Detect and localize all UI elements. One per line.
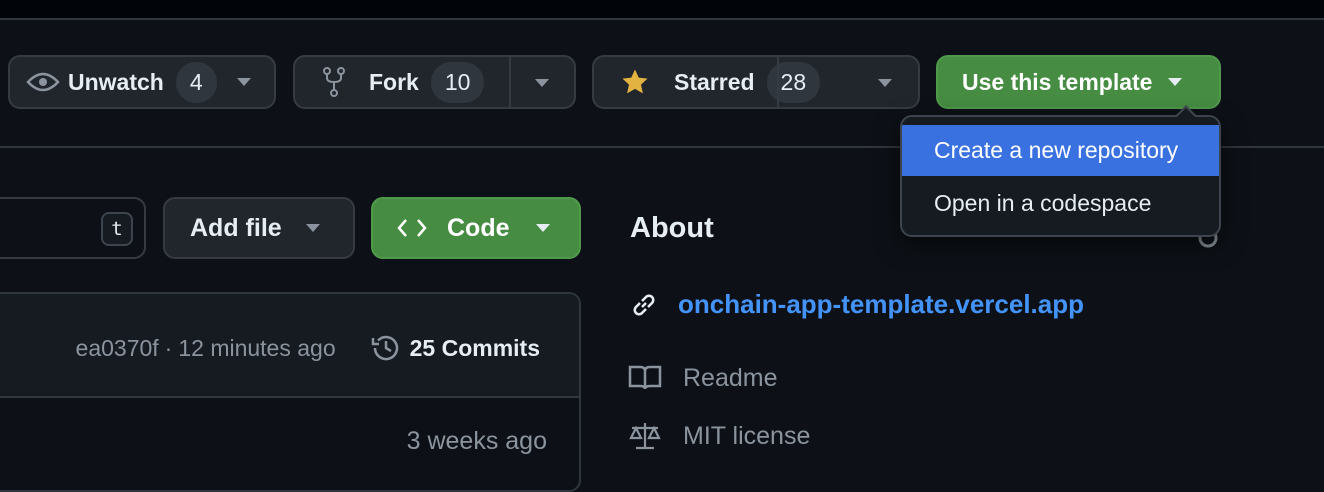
star-dropdown-caret-icon[interactable] xyxy=(878,79,892,87)
starred-label: Starred xyxy=(674,68,755,95)
about-title: About xyxy=(630,212,714,244)
code-label: Code xyxy=(447,213,510,242)
menu-item-open-codespace[interactable]: Open in a codespace xyxy=(902,178,1219,229)
menu-item-create-repository[interactable]: Create a new repository xyxy=(902,125,1219,176)
unwatch-button[interactable]: Unwatch 4 xyxy=(8,55,276,109)
star-count: 28 xyxy=(766,61,821,103)
unwatch-label: Unwatch xyxy=(68,68,164,95)
readme-label: Readme xyxy=(683,363,778,392)
readme-link[interactable]: Readme xyxy=(628,363,778,393)
code-button[interactable]: Code xyxy=(371,197,581,259)
latest-commit-header: ea0370f · 12 minutes ago 25 Commits xyxy=(0,294,579,398)
separator: · xyxy=(164,334,173,361)
add-file-label: Add file xyxy=(190,213,282,242)
divider xyxy=(509,57,511,107)
star-icon xyxy=(622,69,648,94)
caret-down-icon xyxy=(236,78,251,86)
template-dropdown-menu: Create a new repository Open in a codesp… xyxy=(900,115,1221,237)
license-label: MIT license xyxy=(683,421,811,450)
commit-time: 12 minutes ago xyxy=(178,334,336,361)
book-icon xyxy=(628,365,662,390)
fork-count: 10 xyxy=(430,61,485,103)
caret-down-icon xyxy=(305,224,320,232)
caret-down-icon xyxy=(535,224,550,232)
eye-icon xyxy=(26,72,60,92)
license-link[interactable]: MIT license xyxy=(628,421,810,451)
commits-link[interactable]: 25 Commits xyxy=(410,335,540,362)
history-icon xyxy=(371,335,398,361)
website-link[interactable]: onchain-app-template.vercel.app xyxy=(678,289,1084,320)
commit-sha[interactable]: ea0370f xyxy=(76,335,159,362)
fork-icon xyxy=(323,67,345,97)
file-list-box: ea0370f · 12 minutes ago 25 Commits 3 we… xyxy=(0,292,581,492)
code-icon xyxy=(397,219,427,237)
caret-down-icon xyxy=(1168,78,1183,86)
website-link-row: onchain-app-template.vercel.app xyxy=(629,289,1084,320)
starred-button[interactable]: Starred 28 xyxy=(592,55,920,109)
scale-icon xyxy=(629,423,661,450)
divider xyxy=(777,57,779,107)
shortcut-key: t xyxy=(101,212,133,246)
row-time: 3 weeks ago xyxy=(406,427,547,455)
watch-count: 4 xyxy=(175,61,217,103)
add-file-button[interactable]: Add file xyxy=(163,197,355,259)
fork-label: Fork xyxy=(369,68,419,95)
go-to-file-input[interactable]: t xyxy=(0,197,146,259)
top-bar xyxy=(0,0,1324,20)
menu-pointer-fill xyxy=(1177,108,1195,117)
use-template-label: Use this template xyxy=(962,68,1153,95)
use-template-button[interactable]: Use this template xyxy=(936,55,1221,109)
fork-dropdown-caret-icon[interactable] xyxy=(535,79,549,87)
link-icon xyxy=(633,294,655,315)
fork-button[interactable]: Fork 10 xyxy=(293,55,576,109)
